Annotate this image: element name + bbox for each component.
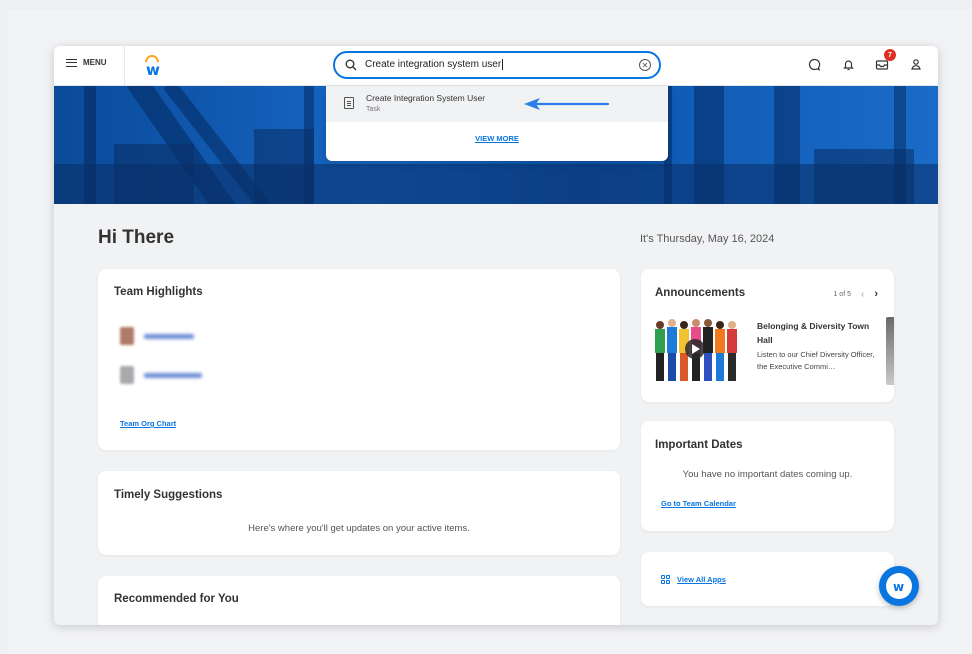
- chevron-right-icon[interactable]: ›: [874, 288, 878, 300]
- search-result-item[interactable]: Create Integration System User Task: [326, 86, 668, 122]
- team-org-chart-link[interactable]: Team Org Chart: [120, 419, 176, 428]
- pointer-arrow-icon: [524, 98, 610, 110]
- important-dates-title: Important Dates: [655, 439, 743, 451]
- workday-assistant-icon: w: [886, 573, 912, 599]
- view-all-apps-link[interactable]: View All Apps: [677, 575, 726, 584]
- search-result-type: Task: [366, 106, 381, 113]
- important-dates-card: Important Dates You have no important da…: [641, 421, 894, 531]
- apps-card: View All Apps: [641, 552, 894, 606]
- avatar: [120, 327, 134, 345]
- announcements-card: Announcements 1 of 5 ‹ › Belonging & Div…: [641, 269, 894, 402]
- workday-window: MENU w Create integration system user ✕: [54, 46, 938, 625]
- avatar: [120, 366, 134, 384]
- top-bar: MENU w Create integration system user ✕: [54, 46, 938, 86]
- announcement-description: Listen to our Chief Diversity Officer, t…: [757, 350, 875, 371]
- bell-icon[interactable]: [840, 56, 856, 72]
- search-input[interactable]: Create integration system user: [365, 59, 504, 71]
- greeting-title: Hi There: [98, 227, 175, 248]
- recommended-card: Recommended for You: [98, 576, 620, 625]
- team-member-row[interactable]: [120, 327, 194, 345]
- recommended-title: Recommended for You: [114, 593, 239, 605]
- topbar-divider: [124, 46, 125, 86]
- team-highlights-title: Team Highlights: [114, 286, 203, 298]
- timely-suggestions-card: Timely Suggestions Here's where you'll g…: [98, 471, 620, 555]
- search-icon: [345, 59, 357, 71]
- topbar-actions: 7: [806, 49, 924, 72]
- next-announcement-thumbnail[interactable]: [886, 317, 894, 385]
- chevron-left-icon[interactable]: ‹: [861, 289, 864, 300]
- team-member-row[interactable]: [120, 366, 202, 384]
- search-bar[interactable]: Create integration system user ✕: [333, 51, 661, 79]
- assistant-button[interactable]: w: [879, 566, 919, 606]
- search-result-title: Create Integration System User: [366, 93, 486, 103]
- team-member-name: [144, 372, 202, 378]
- menu-label: MENU: [83, 58, 107, 67]
- announcement-image[interactable]: [653, 317, 745, 385]
- inbox-icon[interactable]: 7: [874, 49, 896, 72]
- announcements-title: Announcements: [655, 287, 746, 299]
- team-member-name: [144, 333, 194, 339]
- chat-icon[interactable]: [806, 56, 822, 72]
- task-document-icon: [344, 97, 354, 109]
- timely-suggestions-title: Timely Suggestions: [114, 489, 223, 501]
- timely-suggestions-message: Here's where you'll get updates on your …: [248, 523, 470, 534]
- announcements-pager: 1 of 5 ‹ ›: [833, 288, 878, 300]
- team-calendar-link[interactable]: Go to Team Calendar: [661, 499, 736, 508]
- search-results-dropdown: Create Integration System User Task VIEW…: [326, 86, 668, 161]
- menu-button[interactable]: MENU: [66, 58, 107, 67]
- workday-logo[interactable]: w: [142, 52, 162, 79]
- team-highlights-card: Team Highlights Team Org Chart: [98, 269, 620, 450]
- clear-search-icon[interactable]: ✕: [639, 59, 651, 71]
- announcement-title[interactable]: Belonging & Diversity Town Hall: [757, 319, 877, 347]
- important-dates-message: You have no important dates coming up.: [682, 469, 853, 480]
- view-more-link[interactable]: VIEW MORE: [326, 134, 668, 143]
- inbox-badge: 7: [884, 49, 896, 61]
- hamburger-icon: [66, 58, 77, 67]
- profile-icon[interactable]: [908, 56, 924, 72]
- current-date: It's Thursday, May 16, 2024: [640, 233, 775, 245]
- apps-grid-icon: [661, 575, 670, 584]
- logo-w-icon: w: [146, 61, 160, 79]
- pager-count: 1 of 5: [833, 290, 851, 298]
